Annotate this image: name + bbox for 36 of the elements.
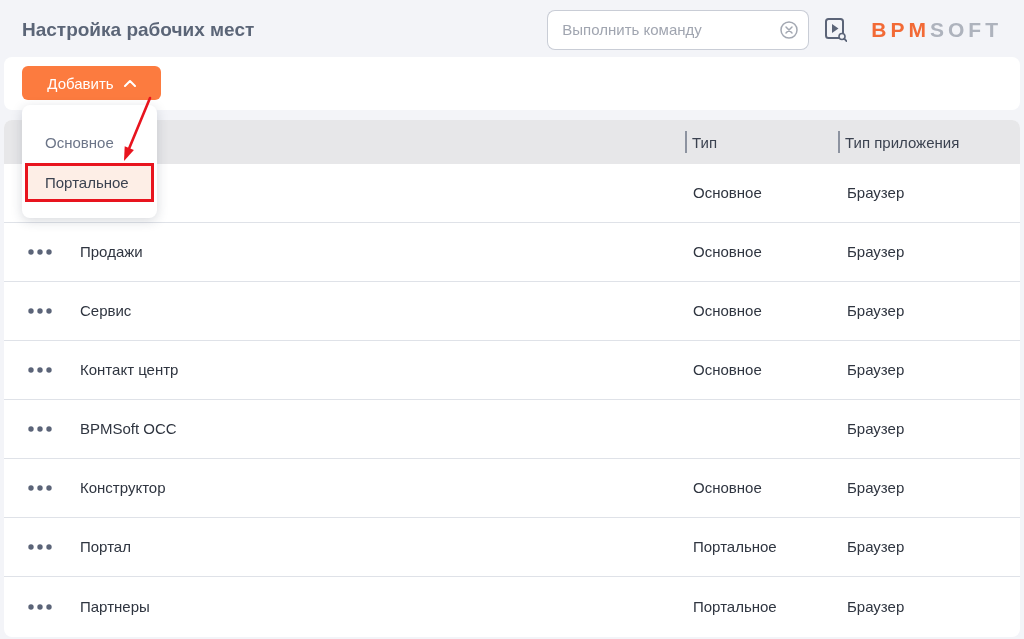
table-cell: Основное: [693, 361, 762, 378]
more-options-icon[interactable]: [28, 426, 52, 432]
table-cell: Браузер: [847, 597, 905, 615]
table-cell: Контакт центр: [80, 361, 179, 378]
menu-item[interactable]: Основное: [25, 123, 114, 162]
table-cell: Браузер: [847, 243, 905, 260]
table-cell: Сервис: [80, 302, 132, 319]
table-cell: Браузер: [847, 361, 905, 378]
table-cell: Браузер: [847, 479, 905, 496]
more-options-icon[interactable]: [28, 249, 52, 255]
more-options-icon[interactable]: [28, 308, 52, 314]
menu-item[interactable]: Портальное: [25, 163, 154, 202]
table-cell: Конструктор: [80, 479, 166, 496]
table-cell: BPMSoft OCC: [80, 420, 177, 437]
more-options-icon[interactable]: [28, 367, 52, 373]
more-options-icon[interactable]: [28, 544, 52, 550]
brand-logo: BPM SOFT: [871, 19, 1002, 40]
column-header[interactable]: Тип приложения: [840, 133, 960, 151]
table-cell: Продажи: [80, 243, 143, 260]
table-cell: Основное: [693, 243, 762, 260]
more-options-icon[interactable]: [28, 485, 52, 491]
page-title: Настройка рабочих мест: [22, 18, 255, 41]
table-cell: Портальное: [693, 597, 777, 615]
table-cell: Портал: [80, 538, 131, 555]
table-cell: Основное: [693, 184, 762, 201]
more-options-icon[interactable]: [28, 603, 52, 610]
table-cell: Портальное: [693, 538, 777, 555]
table-cell: Основное: [693, 302, 762, 319]
play-search-icon[interactable]: [825, 17, 848, 42]
table-cell: Браузер: [847, 302, 905, 319]
column-header[interactable]: Тип: [687, 133, 717, 151]
table-cell: Браузер: [847, 420, 905, 437]
table-cell: Основное: [693, 479, 762, 496]
table-cell: Браузер: [847, 538, 905, 555]
table-cell: Партнеры: [80, 597, 150, 615]
table-cell: Браузер: [847, 184, 905, 201]
